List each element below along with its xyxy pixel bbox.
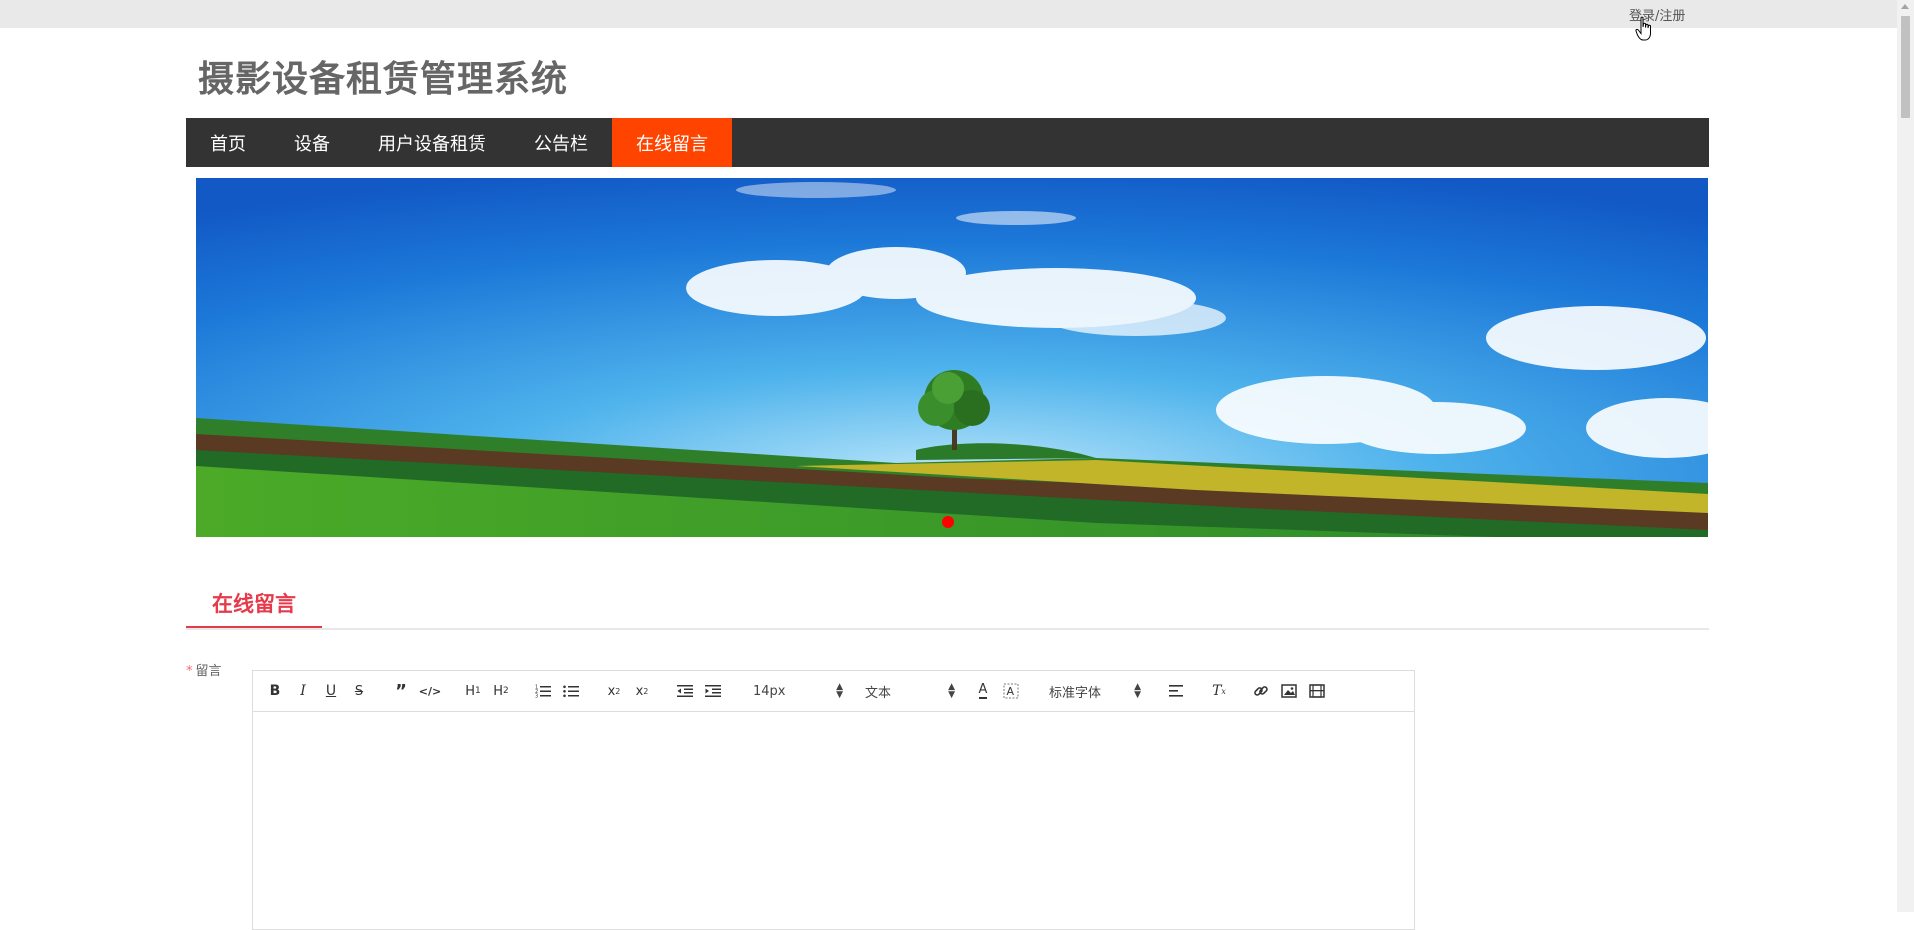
underline-icon[interactable]: U bbox=[323, 681, 339, 701]
align-icon[interactable] bbox=[1169, 681, 1185, 701]
select-arrows-icon: ▲ ▼ bbox=[836, 682, 843, 700]
editor-toolbar: B I U S ” </> H1 H2 123 x2 x2 14px ▲ ▼ 文本… bbox=[253, 671, 1414, 712]
video-icon[interactable] bbox=[1309, 681, 1325, 701]
main-nav: 首页 设备 用户设备租赁 公告栏 在线留言 bbox=[186, 118, 1709, 167]
subscript-icon[interactable]: x2 bbox=[605, 681, 623, 701]
required-mark: * bbox=[186, 664, 193, 679]
message-label-text: 留言 bbox=[195, 664, 222, 679]
section-divider bbox=[186, 628, 1709, 630]
nav-item-notice-board[interactable]: 公告栏 bbox=[510, 118, 612, 167]
link-icon[interactable] bbox=[1253, 681, 1269, 701]
top-bar: 登录/注册 bbox=[0, 0, 1914, 28]
select-arrows-icon: ▲ ▼ bbox=[948, 682, 955, 700]
strike-icon[interactable]: S bbox=[351, 681, 367, 701]
banner-image bbox=[196, 178, 1708, 537]
select-arrows-icon: ▲ ▼ bbox=[1134, 682, 1141, 700]
banner-carousel[interactable] bbox=[196, 178, 1708, 537]
page-scrollbar[interactable] bbox=[1897, 0, 1914, 912]
scroll-up-arrow-icon[interactable] bbox=[1901, 4, 1909, 9]
font-size-value: 14px bbox=[753, 683, 786, 699]
font-size-select[interactable]: 14px ▲ ▼ bbox=[753, 681, 843, 701]
nav-item-home[interactable]: 首页 bbox=[186, 118, 270, 167]
clear-format-icon[interactable]: Tx bbox=[1211, 681, 1227, 701]
h2-icon[interactable]: H2 bbox=[491, 681, 511, 701]
svg-text:3: 3 bbox=[535, 694, 538, 699]
ordered-list-icon[interactable]: 123 bbox=[535, 681, 551, 701]
background-color-icon[interactable]: A bbox=[1003, 681, 1019, 701]
paragraph-format-select[interactable]: 文本 ▲ ▼ bbox=[865, 681, 955, 701]
bullet-list-icon[interactable] bbox=[563, 681, 579, 701]
superscript-icon[interactable]: x2 bbox=[633, 681, 651, 701]
site-title: 摄影设备租赁管理系统 bbox=[198, 59, 569, 100]
indent-icon[interactable] bbox=[705, 681, 721, 701]
nav-item-online-message[interactable]: 在线留言 bbox=[612, 118, 732, 167]
section-title: 在线留言 bbox=[186, 585, 322, 629]
bold-icon[interactable]: B bbox=[267, 681, 283, 701]
paragraph-format-value: 文本 bbox=[865, 685, 892, 701]
scrollbar-thumb[interactable] bbox=[1901, 16, 1910, 118]
nav-item-user-rental[interactable]: 用户设备租赁 bbox=[354, 118, 510, 167]
blockquote-icon[interactable]: ” bbox=[393, 681, 409, 702]
hand-cursor-icon bbox=[1635, 16, 1651, 41]
message-label: * 留言 bbox=[186, 660, 222, 679]
carousel-indicator-dot[interactable] bbox=[942, 516, 954, 528]
svg-text:A: A bbox=[1007, 685, 1015, 698]
font-family-value: 标准字体 bbox=[1049, 685, 1102, 701]
outdent-icon[interactable] bbox=[677, 681, 693, 701]
italic-icon[interactable]: I bbox=[295, 681, 311, 701]
h1-icon[interactable]: H1 bbox=[463, 681, 483, 701]
image-icon[interactable] bbox=[1281, 681, 1297, 701]
rich-text-editor: B I U S ” </> H1 H2 123 x2 x2 14px ▲ ▼ 文本… bbox=[252, 670, 1415, 930]
nav-item-equipment[interactable]: 设备 bbox=[270, 118, 354, 167]
font-family-select[interactable]: 标准字体 ▲ ▼ bbox=[1049, 681, 1141, 701]
editor-content-area[interactable] bbox=[253, 712, 1414, 929]
font-color-icon[interactable]: A bbox=[975, 681, 991, 701]
code-icon[interactable]: </> bbox=[419, 681, 441, 701]
